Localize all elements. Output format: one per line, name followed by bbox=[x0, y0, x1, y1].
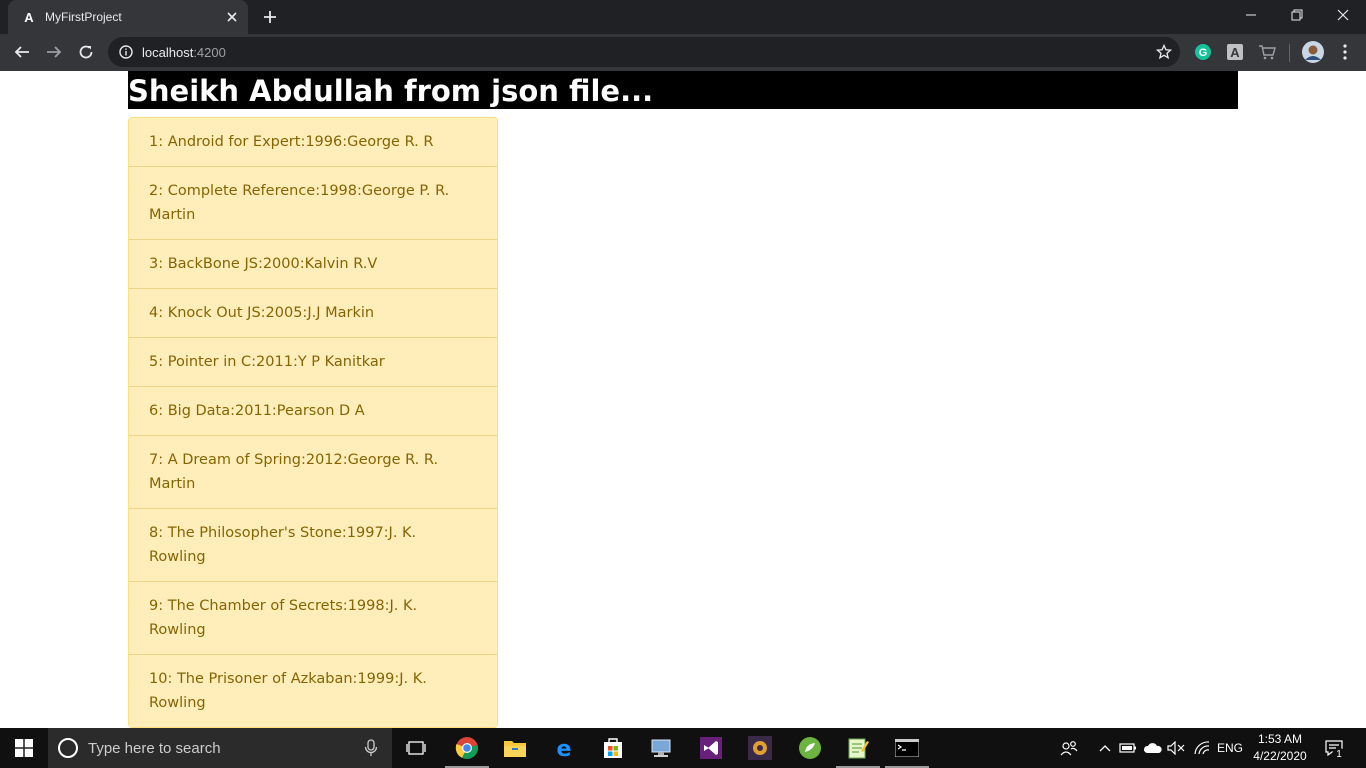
action-center-icon[interactable] bbox=[1320, 728, 1348, 768]
back-arrow-icon[interactable] bbox=[8, 38, 36, 66]
book-list: 1: Android for Expert:1996:George R. R 2… bbox=[128, 117, 498, 728]
reload-icon[interactable] bbox=[72, 38, 100, 66]
url-port: :4200 bbox=[193, 44, 226, 60]
command-prompt-icon[interactable] bbox=[883, 728, 931, 768]
wifi-icon[interactable] bbox=[1192, 728, 1212, 768]
book-list-item: 6: Big Data:2011:Pearson D A bbox=[129, 387, 497, 436]
book-list-item: 8: The Philosopher's Stone:1997:J. K. Ro… bbox=[129, 509, 497, 582]
game-app-icon[interactable] bbox=[736, 728, 784, 768]
book-list-item: 3: BackBone JS:2000:Kalvin R.V bbox=[129, 240, 497, 289]
url-host: localhost bbox=[142, 44, 194, 60]
angular-favicon-icon: A bbox=[21, 9, 37, 25]
taskbar-search-box[interactable]: Type here to search bbox=[48, 728, 392, 768]
taskbar-clock[interactable]: 1:53 AM 4/22/2020 bbox=[1248, 731, 1312, 765]
bookmark-star-icon[interactable] bbox=[1156, 44, 1172, 60]
browser-toolbar: localhost:4200 G A bbox=[0, 34, 1366, 71]
close-window-icon[interactable] bbox=[1320, 0, 1366, 30]
battery-icon[interactable] bbox=[1118, 728, 1138, 768]
people-icon[interactable] bbox=[1058, 728, 1080, 768]
svg-text:e: e bbox=[557, 737, 572, 759]
cortana-icon bbox=[58, 738, 78, 758]
notepad-plus-plus-icon[interactable] bbox=[834, 728, 882, 768]
toolbar-separator bbox=[1289, 44, 1290, 62]
book-list-item: 4: Knock Out JS:2005:J.J Markin bbox=[129, 289, 497, 338]
volume-muted-icon[interactable] bbox=[1166, 728, 1186, 768]
address-bar[interactable]: localhost:4200 bbox=[108, 37, 1180, 67]
onedrive-cloud-icon[interactable] bbox=[1142, 728, 1164, 768]
clock-time: 1:53 AM bbox=[1257, 732, 1303, 746]
windows-start-icon[interactable] bbox=[0, 728, 48, 768]
browser-titlebar: A MyFirstProject bbox=[0, 0, 1366, 34]
microsoft-store-icon[interactable] bbox=[589, 728, 637, 768]
profile-avatar[interactable] bbox=[1302, 41, 1324, 63]
spring-tools-icon[interactable] bbox=[786, 728, 834, 768]
book-list-item: 9: The Chamber of Secrets:1998:J. K. Row… bbox=[129, 582, 497, 655]
notification-count-badge: 1 bbox=[1332, 748, 1346, 762]
cart-extension-icon[interactable] bbox=[1258, 43, 1276, 61]
new-tab-icon[interactable] bbox=[258, 6, 282, 28]
svg-text:A: A bbox=[1230, 45, 1240, 60]
book-list-item: 2: Complete Reference:1998:George P. R. … bbox=[129, 167, 497, 240]
clock-date: 4/22/2020 bbox=[1253, 749, 1307, 763]
chrome-taskbar-icon[interactable] bbox=[443, 728, 491, 768]
font-extension-icon[interactable]: A bbox=[1226, 43, 1244, 61]
microphone-icon[interactable] bbox=[364, 739, 378, 757]
grammarly-extension-icon[interactable]: G bbox=[1194, 43, 1212, 61]
book-list-item: 1: Android for Expert:1996:George R. R bbox=[129, 118, 497, 167]
svg-text:G: G bbox=[1199, 47, 1208, 59]
taskbar-search-placeholder: Type here to search bbox=[88, 739, 221, 757]
minimize-icon[interactable] bbox=[1228, 0, 1274, 30]
site-info-icon[interactable] bbox=[119, 45, 133, 59]
url-text: localhost:4200 bbox=[142, 45, 226, 60]
remote-desktop-icon[interactable] bbox=[637, 728, 685, 768]
tab-title: MyFirstProject bbox=[45, 10, 122, 24]
edge-icon[interactable]: e bbox=[540, 728, 588, 768]
windows-taskbar: Type here to search e ENG 1:53 AM 4/22/2… bbox=[0, 728, 1366, 768]
visual-studio-icon[interactable] bbox=[687, 728, 735, 768]
forward-arrow-icon[interactable] bbox=[40, 38, 68, 66]
page-heading: Sheikh Abdullah from json file... bbox=[128, 71, 1238, 109]
restore-icon[interactable] bbox=[1274, 0, 1320, 30]
book-list-item: 7: A Dream of Spring:2012:George R. R. M… bbox=[129, 436, 497, 509]
book-list-item: 10: The Prisoner of Azkaban:1999:J. K. R… bbox=[129, 655, 497, 727]
page-content: Sheikh Abdullah from json file... 1: And… bbox=[0, 71, 1366, 728]
browser-tab[interactable]: A MyFirstProject bbox=[8, 0, 248, 34]
show-hidden-icons-chevron-icon[interactable] bbox=[1096, 728, 1114, 768]
book-list-item: 5: Pointer in C:2011:Y P Kanitkar bbox=[129, 338, 497, 387]
menu-kebab-icon[interactable] bbox=[1336, 43, 1354, 61]
file-explorer-icon[interactable] bbox=[491, 728, 539, 768]
svg-text:A: A bbox=[24, 10, 34, 24]
tab-close-icon[interactable] bbox=[222, 7, 242, 27]
input-language[interactable]: ENG bbox=[1214, 728, 1246, 768]
task-view-icon[interactable] bbox=[392, 728, 440, 768]
